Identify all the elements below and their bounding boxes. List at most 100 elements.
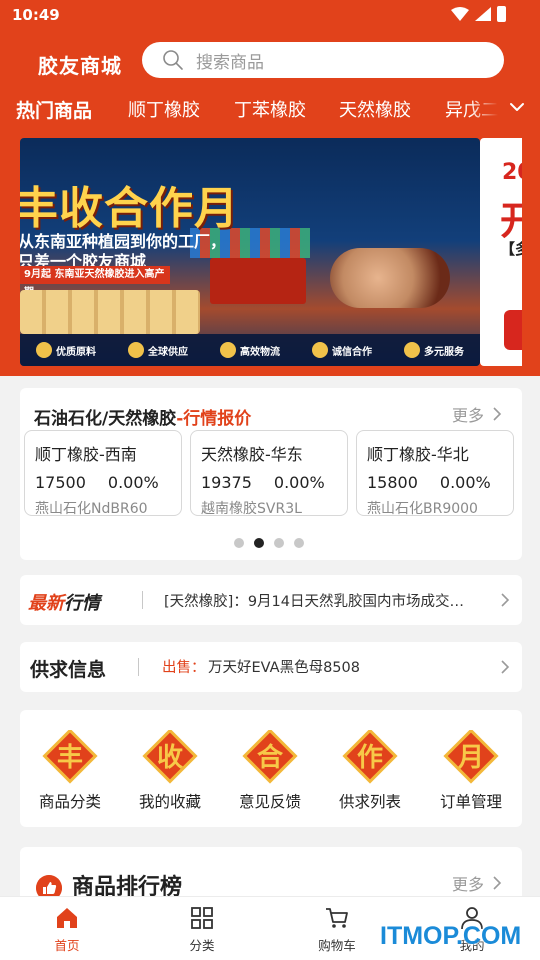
supply-demand-ticker[interactable]: 供求信息 出售： 万天好EVA黑色母8508 (20, 642, 522, 692)
supply-title: 供求信息 (30, 659, 107, 681)
status-time: 10:49 (12, 6, 60, 24)
chevron-right-icon (501, 593, 510, 607)
news-headline[interactable]: [天然橡胶]：9月14日天然乳胶国内市场成交… (164, 590, 486, 611)
svg-text:作: 作 (357, 743, 383, 773)
tab-butadiene-rubber[interactable]: 顺丁橡胶 (128, 96, 200, 122)
quote-item[interactable]: 天然橡胶-华东 19375 0.00% 越南橡胶SVR3L (190, 430, 348, 517)
quote-more-link[interactable]: 更多 (452, 402, 502, 426)
handshake-icon (312, 342, 328, 358)
tab-sbr-rubber[interactable]: 丁苯橡胶 (234, 96, 306, 122)
grid-icon (191, 907, 213, 929)
globe-icon (128, 342, 144, 358)
next-banner-button (504, 310, 522, 350)
nav-label: 购物车 (318, 938, 356, 953)
menu-product-categories[interactable]: 丰 商品分类 (20, 730, 120, 812)
banner-headline: 丰收合作月 (20, 183, 239, 234)
truck-image (210, 258, 306, 304)
svg-text:月: 月 (457, 743, 484, 773)
nav-home[interactable]: 首页 (27, 905, 107, 954)
quote-more-label: 更多 (451, 406, 484, 425)
banner-feature: 全球供应 (128, 342, 188, 358)
promo-banner[interactable]: 丰收合作月 从东南亚种植园到你的工厂， 只差一个胶友商城 9月起 东南亚天然橡胶… (20, 138, 480, 366)
quote-title: 石油石化/天然橡胶-行情报价 (34, 404, 251, 429)
quote-item-change: 0.00% (107, 473, 159, 492)
carousel-dot[interactable] (234, 538, 244, 548)
supply-type: 出售： (162, 660, 206, 676)
header: 10:49 胶友商城 搜索商品 热门商品 顺丁橡胶 丁苯橡胶 天然橡胶 异戊二 … (0, 0, 540, 376)
quote-item-price: 19375 (201, 473, 252, 492)
nav-category[interactable]: 分类 (162, 905, 242, 954)
quote-item-values: 17500 0.00% (35, 473, 181, 492)
ranking-more-label: 更多 (451, 875, 484, 894)
quote-item-price: 17500 (35, 473, 86, 492)
cooperate-char-icon: 合 (242, 730, 298, 784)
carousel-dot[interactable] (294, 538, 304, 548)
wifi-icon (451, 7, 469, 21)
category-tabs: 热门商品 顺丁橡胶 丁苯橡胶 天然橡胶 异戊二 (0, 92, 540, 128)
quote-item-name: 天然橡胶-华东 (201, 445, 303, 464)
quote-title-main: 石油石化/天然橡胶 (34, 409, 177, 429)
banner-feature: 优质原料 (36, 342, 96, 358)
menu-label: 我的收藏 (138, 793, 201, 811)
chevron-right-icon (493, 407, 502, 421)
news-logo: 最新行情 (28, 593, 100, 614)
ranking-more-link[interactable]: 更多 (452, 871, 502, 895)
nav-label: 分类 (189, 938, 215, 953)
status-icons (451, 6, 506, 22)
quote-item-values: 19375 0.00% (201, 473, 347, 492)
quote-item-brand: 越南橡胶SVR3L (201, 501, 302, 517)
tabs-fade (470, 92, 540, 128)
month-char-icon: 月 (443, 730, 499, 784)
quote-item-values: 15800 0.00% (367, 473, 513, 492)
tab-natural-rubber[interactable]: 天然橡胶 (339, 96, 411, 122)
svg-text:丰: 丰 (57, 743, 83, 773)
divider (142, 591, 143, 609)
quote-title-highlight: -行情报价 (176, 409, 252, 429)
quote-card: 石油石化/天然橡胶-行情报价 更多 顺丁橡胶-西南 17500 0.00% 燕山石… (20, 388, 522, 560)
watermark: ITMOP.COM (380, 922, 522, 950)
battery-icon (497, 6, 506, 22)
banner-feature-bar: 优质原料 全球供应 高效物流 诚信合作 多元服务 (20, 334, 480, 366)
chevron-right-icon (501, 660, 510, 674)
handshake-image (330, 248, 450, 308)
app-title: 胶友商城 (38, 54, 122, 78)
rubber-pile-image (20, 290, 200, 334)
carousel-dot[interactable] (254, 538, 264, 548)
menu-label: 供求列表 (338, 793, 401, 811)
banner-feature: 高效物流 (220, 342, 280, 358)
quote-item-brand: 燕山石化NdBR60 (35, 501, 148, 517)
tab-hot-products[interactable]: 热门商品 (16, 96, 92, 123)
chevron-down-icon[interactable] (508, 98, 526, 116)
nav-cart[interactable]: 购物车 (297, 905, 377, 954)
collect-char-icon: 收 (142, 730, 198, 784)
search-bar[interactable]: 搜索商品 (142, 42, 504, 78)
quote-item-brand: 燕山石化BR9000 (367, 501, 478, 517)
next-banner-title: 开 (500, 199, 522, 243)
menu-label: 意见反馈 (238, 793, 301, 811)
quote-carousel[interactable]: 顺丁橡胶-西南 17500 0.00% 燕山石化NdBR60 天然橡胶-华东 19… (20, 430, 522, 518)
next-banner-peek[interactable]: 20 开 【多 (480, 138, 522, 366)
signal-icon (475, 7, 491, 21)
quick-menu: 丰 商品分类 收 我的收藏 合 意见反馈 作 供求列表 月 订单管理 (20, 710, 522, 827)
next-banner-year: 20 (502, 160, 522, 185)
supply-item[interactable]: 万天好EVA黑色母8508 (208, 656, 360, 677)
menu-order-management[interactable]: 月 订单管理 (421, 730, 521, 812)
search-placeholder: 搜索商品 (196, 52, 264, 73)
svg-text:收: 收 (157, 743, 183, 773)
nav-label: 首页 (54, 938, 80, 953)
quote-item-name: 顺丁橡胶-华北 (367, 445, 469, 464)
news-ticker[interactable]: 最新行情 [天然橡胶]：9月14日天然乳胶国内市场成交… (20, 575, 522, 625)
next-banner-subtitle: 【多 (500, 240, 522, 258)
menu-label: 商品分类 (38, 793, 101, 811)
quote-item[interactable]: 顺丁橡胶-西南 17500 0.00% 燕山石化NdBR60 (24, 430, 182, 517)
menu-supply-list[interactable]: 作 供求列表 (320, 730, 420, 812)
menu-my-favorites[interactable]: 收 我的收藏 (120, 730, 220, 812)
menu-feedback[interactable]: 合 意见反馈 (220, 730, 320, 812)
harvest-char-icon: 丰 (42, 730, 98, 784)
carousel-dot[interactable] (274, 538, 284, 548)
work-char-icon: 作 (342, 730, 398, 784)
search-icon (163, 50, 183, 70)
status-bar: 10:49 (0, 0, 540, 32)
quality-icon (36, 342, 52, 358)
quote-item[interactable]: 顺丁橡胶-华北 15800 0.00% 燕山石化BR9000 (356, 430, 514, 517)
